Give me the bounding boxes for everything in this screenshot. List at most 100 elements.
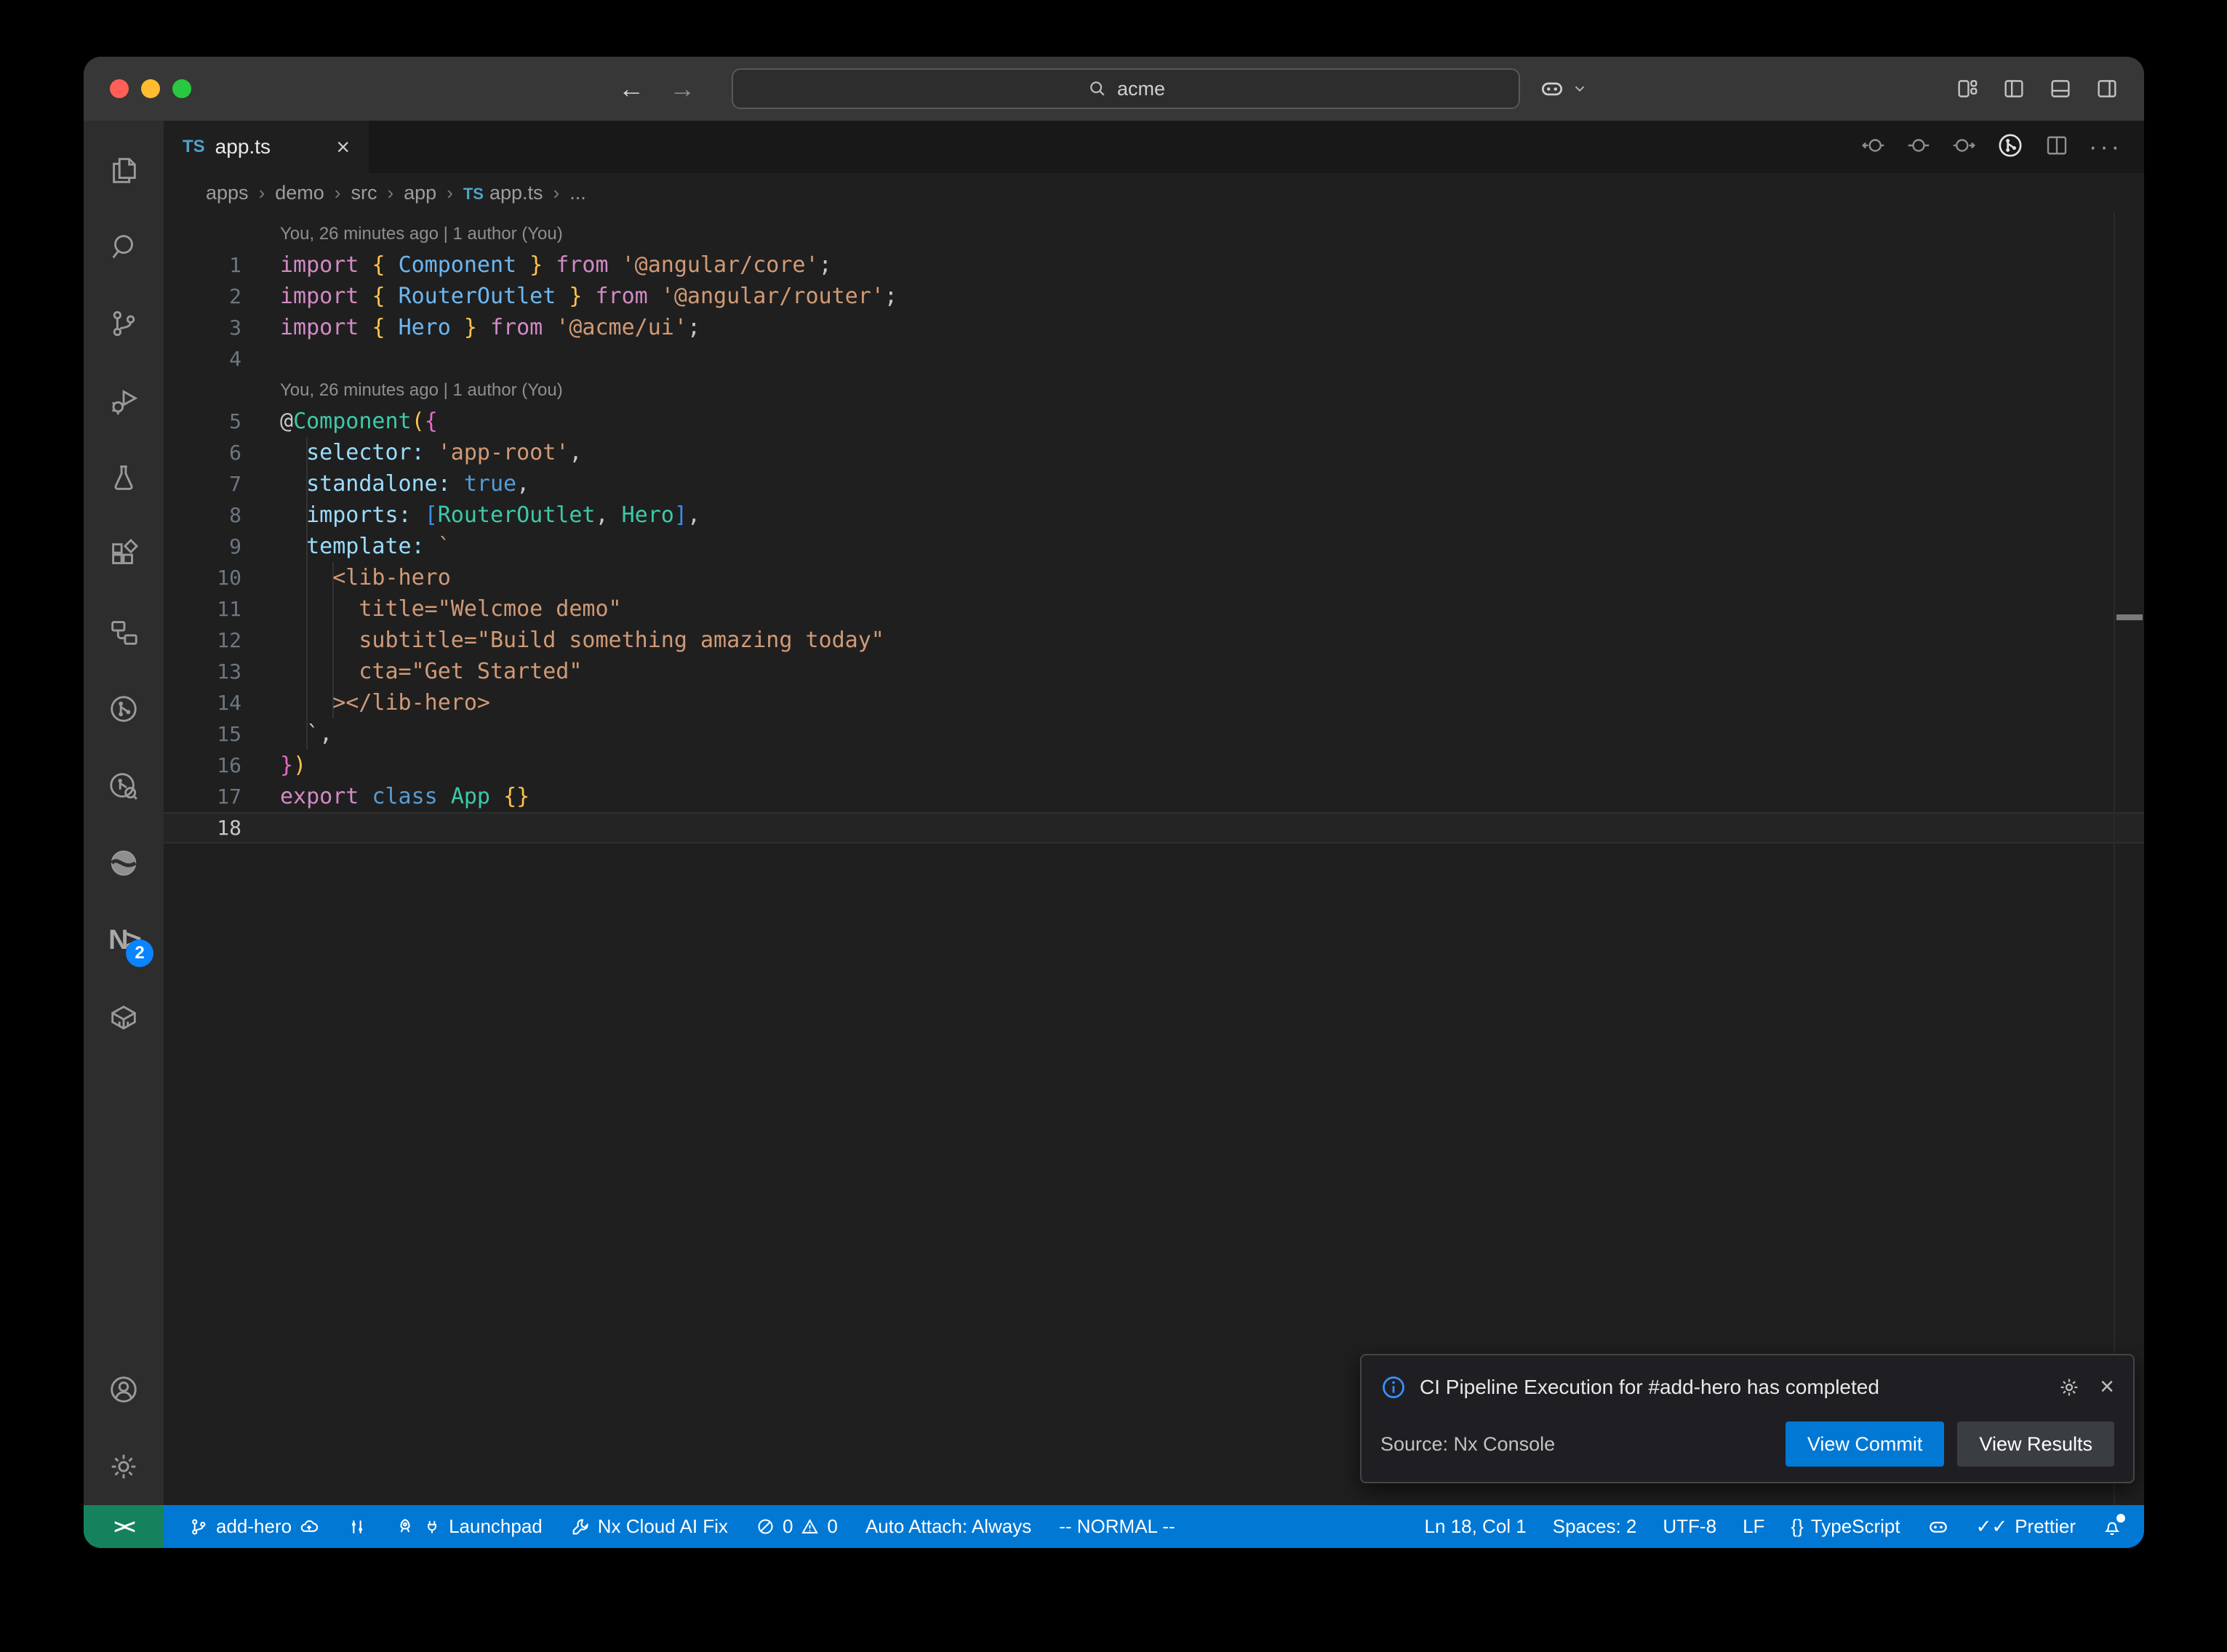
next-change-button[interactable] (1951, 132, 1977, 162)
toggle-panel-icon[interactable] (2048, 76, 2073, 101)
code-editor[interactable]: You, 26 minutes ago | 1 author (You)1imp… (164, 212, 2144, 1505)
line-number: 15 (164, 722, 241, 746)
nx-badge: 2 (126, 939, 153, 967)
toggle-primary-sidebar-icon[interactable] (2002, 76, 2026, 101)
sidebar-item-explorer[interactable] (84, 131, 164, 208)
more-actions-button[interactable]: ··· (2089, 133, 2122, 161)
encoding-status[interactable]: UTF-8 (1663, 1515, 1716, 1538)
source-control-graph-status[interactable] (347, 1517, 367, 1537)
auto-attach-status[interactable]: Auto Attach: Always (865, 1515, 1031, 1538)
extensions-icon (107, 538, 140, 572)
prettier-status[interactable]: ✓✓ Prettier (1976, 1515, 2076, 1538)
sidebar-item-references[interactable] (84, 593, 164, 670)
search-icon (1087, 78, 1108, 100)
publish-cloud-icon (299, 1517, 319, 1537)
close-window-button[interactable] (110, 79, 129, 98)
sidebar-item-containers[interactable] (84, 979, 164, 1056)
maximize-window-button[interactable] (172, 79, 191, 98)
sidebar-item-project-graph[interactable] (84, 670, 164, 747)
commit-graph-button[interactable] (1996, 131, 2025, 164)
breadcrumb[interactable]: apps›demo›src›app›TSapp.ts›... (164, 173, 2144, 212)
git-branch-icon (188, 1517, 209, 1537)
gear-icon (107, 1450, 140, 1483)
breadcrumb-item-apps[interactable]: apps (206, 182, 249, 204)
beaker-icon (107, 461, 140, 494)
blame-annotation: You, 26 minutes ago | 1 author (You) (164, 374, 2144, 406)
view-results-button[interactable]: View Results (1957, 1422, 2114, 1467)
account-button[interactable] (84, 1351, 164, 1428)
tab-app-ts[interactable]: TS app.ts × (164, 121, 369, 173)
swirl-icon (107, 846, 140, 880)
nx-cloud-fix-status[interactable]: Nx Cloud AI Fix (570, 1515, 728, 1538)
code-text: import { RouterOutlet } from '@angular/r… (241, 284, 897, 309)
breadcrumb-separator: › (335, 182, 341, 204)
sidebar-item-nx-console[interactable]: N> 2 (84, 902, 164, 979)
code-text: standalone: true, (241, 471, 529, 497)
sidebar-item-testing[interactable] (84, 439, 164, 516)
sidebar-item-nx-cloud[interactable] (84, 825, 164, 902)
overview-ruler-marker (2116, 614, 2143, 620)
sidebar-item-source-control[interactable] (84, 285, 164, 362)
changes-button[interactable] (1906, 132, 1932, 162)
copilot-status[interactable] (1927, 1515, 1950, 1539)
breadcrumb-item-app[interactable]: app (404, 182, 436, 204)
code-line-6: 6 selector: 'app-root', (164, 437, 2144, 468)
sidebar-item-run-debug[interactable] (84, 362, 164, 439)
breadcrumb-separator: › (553, 182, 560, 204)
code-text: <lib-hero (241, 565, 451, 590)
breadcrumb-separator: › (447, 182, 453, 204)
line-number: 2 (164, 284, 241, 308)
vim-mode-status[interactable]: -- NORMAL -- (1059, 1515, 1175, 1538)
launchpad-status[interactable]: Launchpad (395, 1515, 543, 1538)
cursor-position-status[interactable]: Ln 18, Col 1 (1425, 1515, 1527, 1538)
git-branch-status[interactable]: add-hero (188, 1515, 319, 1538)
code-line-11: 11 title="Welcmoe demo" (164, 593, 2144, 625)
sidebar-item-graph-search[interactable] (84, 747, 164, 825)
notifications-bell[interactable] (2102, 1517, 2122, 1537)
tab-close-icon[interactable]: × (336, 134, 350, 161)
code-line-17: 17export class App {} (164, 781, 2144, 812)
remote-indicator[interactable]: >< (84, 1505, 164, 1548)
account-icon (107, 1373, 140, 1406)
customize-layout-icon[interactable] (1955, 76, 1980, 101)
sidebar-item-search[interactable] (84, 208, 164, 285)
typescript-file-icon: TS (183, 137, 205, 157)
sidebar-item-extensions[interactable] (84, 516, 164, 593)
command-center-search[interactable]: acme (732, 68, 1520, 109)
search-icon (107, 230, 140, 263)
split-editor-button[interactable] (2044, 132, 2070, 162)
copilot-icon (1927, 1515, 1950, 1539)
minimize-window-button[interactable] (141, 79, 160, 98)
traffic-lights (110, 79, 191, 98)
code-text: `, (241, 721, 332, 747)
line-number: 18 (164, 816, 241, 840)
code-line-12: 12 subtitle="Build something amazing tod… (164, 625, 2144, 656)
toggle-secondary-sidebar-icon[interactable] (2095, 76, 2119, 101)
view-commit-button[interactable]: View Commit (1786, 1422, 1945, 1467)
notification-settings-icon[interactable] (2058, 1376, 2081, 1399)
breadcrumb-item-demo[interactable]: demo (275, 182, 324, 204)
eol-status[interactable]: LF (1743, 1515, 1764, 1538)
blame-annotation: You, 26 minutes ago | 1 author (You) (164, 218, 2144, 249)
graph-icon (347, 1517, 367, 1537)
breadcrumb-separator: › (387, 182, 393, 204)
history-forward-icon[interactable]: → (669, 73, 695, 104)
settings-button[interactable] (84, 1428, 164, 1505)
history-back-icon[interactable]: ← (618, 73, 644, 104)
breadcrumb-item-src[interactable]: src (351, 182, 377, 204)
code-line-3: 3import { Hero } from '@acme/ui'; (164, 312, 2144, 343)
copilot-menu[interactable] (1538, 57, 1588, 121)
breadcrumb-item-appts[interactable]: TSapp.ts (463, 182, 543, 204)
code-line-10: 10 <lib-hero (164, 562, 2144, 593)
code-line-14: 14 ></lib-hero> (164, 687, 2144, 718)
indentation-status[interactable]: Spaces: 2 (1553, 1515, 1637, 1538)
breadcrumb-item-[interactable]: ... (569, 182, 586, 204)
prev-change-button[interactable] (1860, 132, 1887, 162)
problems-status[interactable]: 0 0 (756, 1515, 838, 1538)
code-text: @Component({ (241, 409, 438, 434)
error-count: 0 (783, 1515, 793, 1538)
code-line-8: 8 imports: [RouterOutlet, Hero], (164, 500, 2144, 531)
language-mode-status[interactable]: {} TypeScript (1791, 1515, 1900, 1538)
notification-close-icon[interactable]: × (2100, 1373, 2114, 1401)
wrench-icon (570, 1517, 591, 1537)
